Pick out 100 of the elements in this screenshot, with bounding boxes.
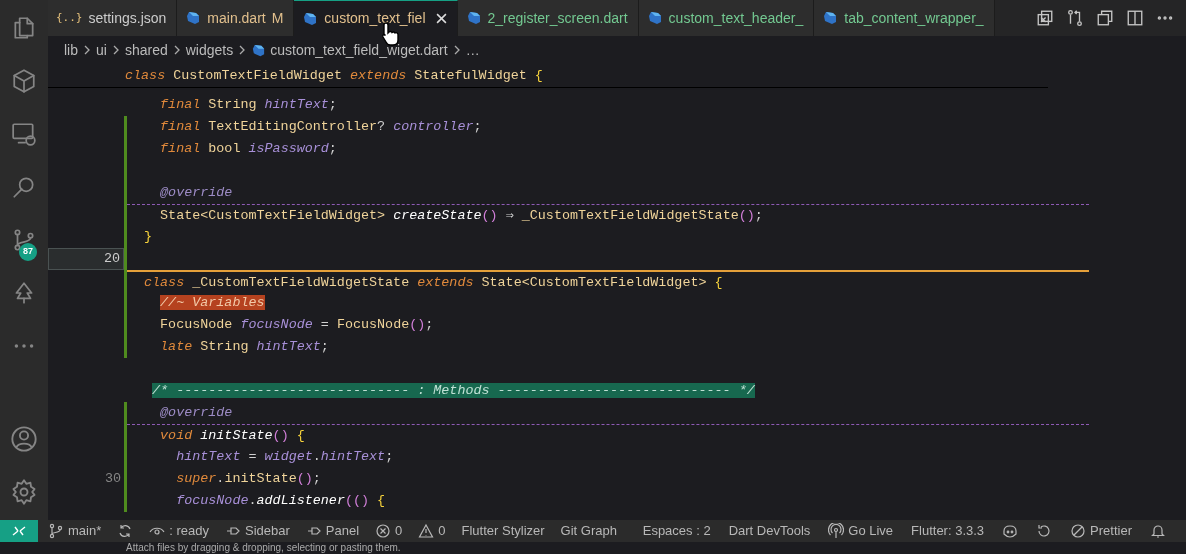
code-token: _CustomTextFieldWidgetState [521,208,739,223]
status-item[interactable]: Panel [299,521,366,541]
code-token: ; [328,141,337,156]
code-token: isPassword [248,141,329,156]
error-icon [375,523,392,539]
status-item[interactable]: : ready [143,521,215,541]
code-token: hintText [320,449,386,464]
close-all-icon[interactable] [1036,9,1054,27]
blocked-icon [1070,523,1087,539]
status-item[interactable]: Flutter: 3.3.3 [905,521,991,541]
breadcrumb-item[interactable]: ui [96,39,107,61]
dart-file-icon [646,10,663,26]
status-item[interactable]: Git Graph [554,521,623,541]
files-icon[interactable] [11,15,37,41]
status-item[interactable]: Prettier [1064,521,1138,541]
code-token: () [296,471,313,486]
code-token: super [176,471,217,486]
code-token: hintText [176,449,241,464]
code-token: class [144,275,186,290]
close-icon[interactable] [435,13,447,24]
code-token: hintText [256,339,321,354]
code-token: initState [200,428,273,443]
status-item[interactable]: Flutter Stylizer [455,521,551,541]
code-token: String [208,97,258,112]
code-token: CustomTextFieldWidget [173,68,343,83]
code-token: final [160,141,202,156]
code-token: focusNode [240,317,313,332]
code-token: () [409,317,426,332]
breadcrumb-item[interactable]: lib [64,39,78,61]
code-token: ; [328,97,337,112]
split-editor-icon[interactable] [1126,9,1144,27]
code-token: { [296,428,305,443]
dart-file-icon [465,10,482,26]
code-token: extends [350,68,408,83]
breadcrumb-item[interactable]: widgets [185,39,234,61]
tab-label: custom_text_header_ [668,8,804,28]
code-token: . [248,493,257,508]
code-token: (() [344,493,371,508]
code-token: ⇒ [505,208,515,223]
code-token: ; [754,208,763,223]
code-token: final [160,97,202,112]
status-item[interactable]: Sidebar [219,521,296,541]
remote-button[interactable] [0,520,38,542]
account-icon[interactable] [10,425,38,453]
code-token: focusNode [176,493,249,508]
code-token: FocusNode [336,317,410,332]
dart-file-icon [251,42,267,58]
code-token: StatefulWidget [414,68,528,83]
copilot-icon [1002,523,1019,539]
status-item[interactable]: Dart DevTools [722,521,817,541]
code-token: _CustomTextFieldWidgetState [192,275,411,290]
monitor-icon[interactable] [11,121,37,147]
code-token: late [160,339,194,354]
code-token: { [534,68,543,83]
dart-file-icon [822,10,839,26]
branch-icon [48,523,64,539]
code-token: ; [312,471,321,486]
json-file-icon: {..} [56,9,83,27]
breadcrumb-item[interactable]: custom_text_field_wiget.dart [270,39,448,61]
code-token: String [200,339,250,354]
code-token: initState [224,471,297,486]
dart-file-icon [185,10,202,26]
code-token: hintText [264,97,329,112]
status-item[interactable]: Espaces : 2 [636,521,717,541]
modified-label: M [271,8,284,28]
code-token: = [320,317,330,332]
status-item[interactable]: 0 [369,521,409,541]
editor-tab[interactable]: main.dart M [177,0,295,36]
bell-icon [1150,523,1166,539]
breadcrumb-item[interactable]: … [465,39,480,61]
code-token: () [272,428,289,443]
tab-label: main.dart [207,8,266,28]
chevron-right-icon [82,44,92,56]
code-token: State<CustomTextFieldWidget> [160,208,387,223]
line-number: 20 [103,249,120,268]
editor-tab[interactable]: {..} settings.json [48,0,178,36]
cube-icon[interactable] [11,68,37,94]
code-token: extends [417,275,475,290]
code-token: widget [264,449,313,464]
editor-tab[interactable]: custom_text_header_ [638,0,815,36]
code-token: class [125,68,167,83]
status-item[interactable]: Go Live [822,521,900,541]
highlighted-comment: /* ----------------------------- : Methods ----------------------------- */ [152,383,755,398]
editor-tab[interactable]: tab_content_wrapper_ [814,0,995,36]
code-token: ; [385,449,394,464]
settings-icon[interactable] [10,478,38,506]
breadcrumb-item[interactable]: shared [124,39,168,61]
status-item[interactable]: main* [42,521,108,541]
code-token: { [377,493,386,508]
code-token: . [216,471,225,486]
copy-icon[interactable] [1096,9,1114,27]
line-number: 30 [104,469,121,488]
attach-hint: Attach files by dragging & dropping, selecting or pasting them. [126,542,401,554]
editor-tab[interactable]: 2_register_screen.dart [457,0,639,36]
compare-icon[interactable] [1066,9,1084,27]
code-token: () [738,208,755,223]
code-token: ; [320,339,329,354]
status-item[interactable]: 0 [412,521,452,541]
remote-icon [11,524,27,538]
code-token: bool [208,141,242,156]
